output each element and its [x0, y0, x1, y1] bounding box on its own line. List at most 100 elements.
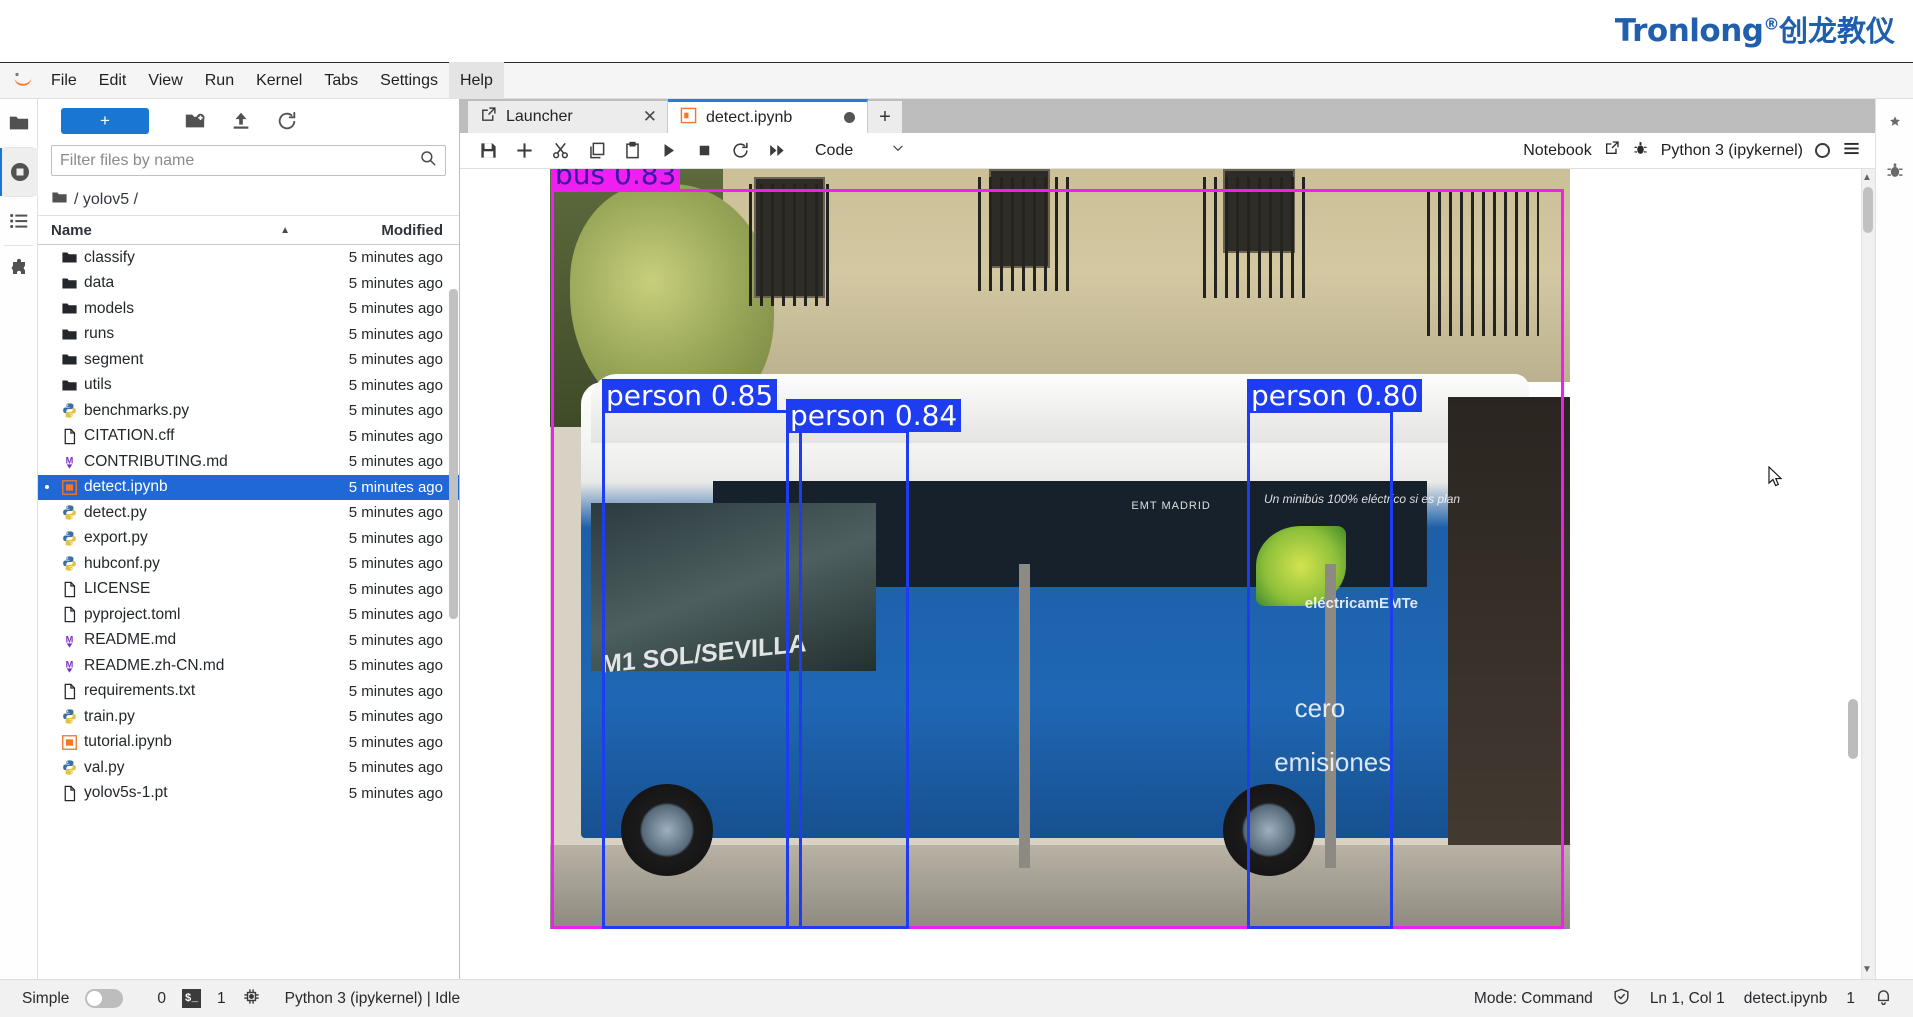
restart-run-all-icon[interactable]: [758, 136, 794, 166]
terminal-icon[interactable]: $_: [182, 989, 202, 1008]
file-list-item-readme-zh-cn-md[interactable]: M README.zh-CN.md 5 minutes ago: [38, 653, 459, 679]
file-list-item-data[interactable]: data 5 minutes ago: [38, 271, 459, 297]
new-folder-icon[interactable]: [173, 106, 217, 136]
hamburger-icon[interactable]: [1842, 139, 1861, 163]
notebook-icon: [680, 107, 697, 129]
running-terminals-count[interactable]: 1: [217, 990, 226, 1008]
markdown-icon: M: [54, 632, 84, 649]
notebook-inner-scroll-thumb[interactable]: [1848, 699, 1858, 759]
close-icon[interactable]: ✕: [621, 107, 657, 127]
file-list-item-models[interactable]: models 5 minutes ago: [38, 296, 459, 322]
file-list-item-requirements-txt[interactable]: requirements.txt 5 minutes ago: [38, 679, 459, 705]
folder-icon: [54, 377, 84, 394]
breadcrumb[interactable]: / yolov5 /: [38, 184, 459, 215]
file-list-item-val-py[interactable]: val.py 5 minutes ago: [38, 755, 459, 781]
refresh-icon[interactable]: [265, 106, 309, 136]
kernel-chip-icon[interactable]: [242, 987, 261, 1011]
file-list-scrollbar[interactable]: [449, 289, 458, 619]
file-list-item-train-py[interactable]: train.py 5 minutes ago: [38, 704, 459, 730]
file-modified: 5 minutes ago: [348, 708, 443, 726]
file-modified: 5 minutes ago: [348, 453, 443, 471]
column-header-modified[interactable]: Modified: [304, 222, 459, 239]
simple-mode-toggle[interactable]: [85, 989, 124, 1008]
paste-icon[interactable]: [614, 136, 650, 166]
running-kernels-count[interactable]: 0: [157, 990, 166, 1008]
file-list-item-detect-py[interactable]: detect.py 5 minutes ago: [38, 500, 459, 526]
file-modified: 5 minutes ago: [348, 657, 443, 675]
notebook-inner-scrollbar[interactable]: [1847, 169, 1859, 979]
column-header-name[interactable]: Name ▲: [38, 222, 304, 239]
kernel-name-label[interactable]: Python 3 (ipykernel): [1661, 142, 1803, 160]
scroll-down-icon[interactable]: ▼: [1861, 964, 1873, 976]
notebook-scroll-thumb[interactable]: [1863, 187, 1873, 233]
insert-cell-icon[interactable]: [506, 136, 542, 166]
file-list-item-detect-ipynb[interactable]: detect.ipynb 5 minutes ago: [38, 474, 459, 500]
search-input[interactable]: [60, 151, 419, 170]
scroll-up-icon[interactable]: ▲: [1861, 172, 1873, 184]
cell-output-area: M1 SOL/SEVILLA EMT MADRID Un minibús 100…: [550, 169, 1832, 979]
file-list-item-pyproject-toml[interactable]: pyproject.toml 5 minutes ago: [38, 602, 459, 628]
tab-detect-ipynb[interactable]: detect.ipynb: [668, 99, 868, 133]
menu-settings[interactable]: Settings: [369, 62, 449, 99]
file-list-item-runs[interactable]: runs 5 minutes ago: [38, 322, 459, 348]
sort-ascending-icon: ▲: [280, 224, 290, 236]
cut-icon[interactable]: [542, 136, 578, 166]
file-browser-panel: + Filter files by name / yolov5 / Name ▲…: [38, 99, 460, 979]
menu-tabs[interactable]: Tabs: [313, 62, 369, 99]
save-icon[interactable]: [470, 136, 506, 166]
file-list-item-contributing-md[interactable]: M CONTRIBUTING.md 5 minutes ago: [38, 449, 459, 475]
new-launcher-button[interactable]: +: [61, 108, 149, 134]
status-bar-right: Mode: Command Ln 1, Col 1 detect.ipynb 1: [1474, 987, 1913, 1011]
run-cell-icon[interactable]: [650, 136, 686, 166]
file-name: yolov5s-1.pt: [84, 784, 168, 802]
notification-count[interactable]: 1: [1846, 990, 1855, 1008]
menu-edit[interactable]: Edit: [88, 62, 138, 99]
photo-bus-operator-text: EMT MADRID: [1131, 499, 1211, 512]
file-list-item-citation-cff[interactable]: CITATION.cff 5 minutes ago: [38, 424, 459, 450]
sidebar-item-extensions[interactable]: [0, 246, 38, 294]
trusted-shield-icon[interactable]: [1612, 987, 1631, 1011]
menu-file[interactable]: File: [40, 62, 88, 99]
markdown-icon: M: [54, 453, 84, 470]
property-inspector-icon[interactable]: [1876, 99, 1913, 147]
file-name: runs: [84, 325, 115, 343]
file-list-item-tutorial-ipynb[interactable]: tutorial.ipynb 5 minutes ago: [38, 730, 459, 756]
file-list-item-segment[interactable]: segment 5 minutes ago: [38, 347, 459, 373]
restart-kernel-icon[interactable]: [722, 136, 758, 166]
copy-icon[interactable]: [578, 136, 614, 166]
menu-view[interactable]: View: [137, 62, 193, 99]
file-list-item-yolov5s-1-pt[interactable]: yolov5s-1.pt 5 minutes ago: [38, 781, 459, 807]
sidebar-item-running[interactable]: [0, 148, 38, 196]
file-list-item-readme-md[interactable]: M README.md 5 minutes ago: [38, 628, 459, 654]
sidebar-item-file-browser[interactable]: [0, 99, 38, 147]
file-list[interactable]: classify 5 minutes ago data 5 minutes ago mo…: [38, 245, 459, 979]
notebook-toolbar: Code Notebook Python 3 (ipykernel): [460, 133, 1875, 169]
status-bar: Simple 0 $_ 1 Python 3 (ipykernel) | Idl…: [0, 979, 1913, 1017]
file-list-item-license[interactable]: LICENSE 5 minutes ago: [38, 577, 459, 603]
bell-icon[interactable]: [1874, 987, 1893, 1011]
new-tab-button[interactable]: +: [868, 101, 902, 133]
filter-files-field[interactable]: [51, 145, 446, 176]
sidebar-item-commands[interactable]: [0, 197, 38, 245]
file-list-item-export-py[interactable]: export.py 5 minutes ago: [38, 526, 459, 552]
notebook-content-area[interactable]: M1 SOL/SEVILLA EMT MADRID Un minibús 100…: [460, 169, 1875, 979]
menu-kernel[interactable]: Kernel: [245, 62, 313, 99]
stop-kernel-icon[interactable]: [686, 136, 722, 166]
file-list-item-hubconf-py[interactable]: hubconf.py 5 minutes ago: [38, 551, 459, 577]
file-name: requirements.txt: [84, 682, 196, 700]
notebook-scrollbar[interactable]: ▲ ▼: [1861, 169, 1875, 979]
file-list-item-utils[interactable]: utils 5 minutes ago: [38, 373, 459, 399]
menu-help[interactable]: Help: [448, 62, 504, 99]
menu-run[interactable]: Run: [194, 62, 245, 99]
tab-launcher[interactable]: Launcher ✕: [468, 101, 668, 133]
upload-icon[interactable]: [219, 106, 263, 136]
unsaved-changes-dot-icon[interactable]: [844, 112, 855, 123]
svg-text:M: M: [65, 456, 73, 466]
chevron-down-icon: [891, 141, 905, 160]
debugger-icon[interactable]: [1632, 140, 1649, 162]
cell-type-dropdown[interactable]: Code: [808, 138, 912, 163]
file-list-item-classify[interactable]: classify 5 minutes ago: [38, 245, 459, 271]
external-link-icon[interactable]: [1604, 140, 1620, 161]
file-list-item-benchmarks-py[interactable]: benchmarks.py 5 minutes ago: [38, 398, 459, 424]
debugger-panel-icon[interactable]: [1876, 147, 1913, 195]
